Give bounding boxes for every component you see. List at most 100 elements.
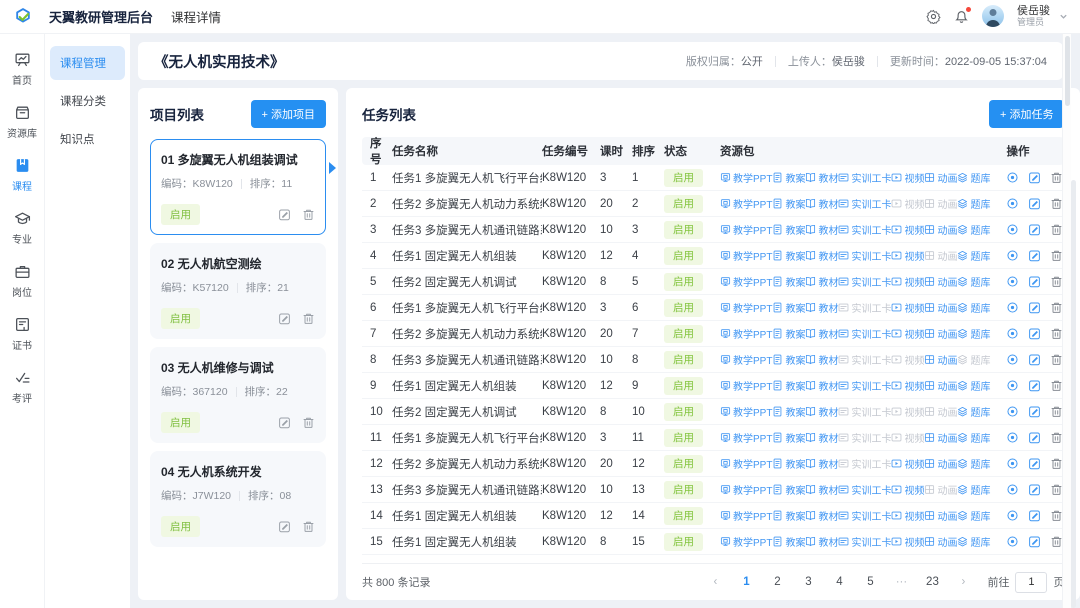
- resource-link-视频[interactable]: 视频: [891, 170, 924, 185]
- edit-icon[interactable]: [1028, 509, 1041, 522]
- browser-scrollbar[interactable]: [1062, 34, 1071, 608]
- resource-link-教材[interactable]: 教材: [805, 378, 838, 393]
- resource-link-动画[interactable]: 动画: [924, 222, 957, 237]
- view-icon[interactable]: [1006, 171, 1019, 184]
- user-avatar[interactable]: [982, 5, 1004, 27]
- edit-icon[interactable]: [278, 208, 291, 221]
- resource-link-视频[interactable]: 视频: [891, 508, 924, 523]
- view-icon[interactable]: [1006, 353, 1019, 366]
- resource-link-题库[interactable]: 题库: [957, 430, 990, 445]
- chevron-down-icon[interactable]: [1059, 12, 1068, 21]
- resource-link-实训工卡[interactable]: 实训工卡: [838, 248, 891, 263]
- resource-link-教学PPT[interactable]: 教学PPT: [720, 222, 772, 237]
- submenu-item-知识点[interactable]: 知识点: [50, 122, 125, 156]
- resource-link-题库[interactable]: 题库: [957, 534, 990, 549]
- edit-icon[interactable]: [1028, 327, 1041, 340]
- sidebar-item-资源库[interactable]: 资源库: [0, 95, 44, 148]
- view-icon[interactable]: [1006, 197, 1019, 210]
- resource-link-视频[interactable]: 视频: [891, 274, 924, 289]
- resource-link-教学PPT[interactable]: 教学PPT: [720, 430, 772, 445]
- sidebar-item-考评[interactable]: 考评: [0, 360, 44, 413]
- view-icon[interactable]: [1006, 405, 1019, 418]
- view-icon[interactable]: [1006, 379, 1019, 392]
- page-button-3[interactable]: 3: [800, 576, 816, 588]
- edit-icon[interactable]: [1028, 249, 1041, 262]
- resource-link-教案[interactable]: 教案: [772, 430, 805, 445]
- resource-link-视频[interactable]: 视频: [891, 326, 924, 341]
- resource-link-视频[interactable]: 视频: [891, 534, 924, 549]
- resource-link-实训工卡[interactable]: 实训工卡: [838, 274, 891, 289]
- resource-link-动画[interactable]: 动画: [924, 378, 957, 393]
- edit-icon[interactable]: [1028, 197, 1041, 210]
- resource-link-教材[interactable]: 教材: [805, 430, 838, 445]
- resource-link-动画[interactable]: 动画: [924, 534, 957, 549]
- edit-icon[interactable]: [278, 416, 291, 429]
- edit-icon[interactable]: [1028, 379, 1041, 392]
- resource-link-动画[interactable]: 动画: [924, 352, 957, 367]
- view-icon[interactable]: [1006, 457, 1019, 470]
- resource-link-题库[interactable]: 题库: [957, 222, 990, 237]
- view-icon[interactable]: [1006, 301, 1019, 314]
- resource-link-教材[interactable]: 教材: [805, 534, 838, 549]
- resource-link-教材[interactable]: 教材: [805, 248, 838, 263]
- resource-link-教学PPT[interactable]: 教学PPT: [720, 170, 772, 185]
- resource-link-教学PPT[interactable]: 教学PPT: [720, 482, 772, 497]
- page-button-4[interactable]: 4: [831, 576, 847, 588]
- view-icon[interactable]: [1006, 249, 1019, 262]
- resource-link-实训工卡[interactable]: 实训工卡: [838, 326, 891, 341]
- edit-icon[interactable]: [1028, 353, 1041, 366]
- resource-link-实训工卡[interactable]: 实训工卡: [838, 378, 891, 393]
- page-button-5[interactable]: 5: [862, 576, 878, 588]
- view-icon[interactable]: [1006, 431, 1019, 444]
- resource-link-教案[interactable]: 教案: [772, 300, 805, 315]
- table-scrollbar[interactable]: [1071, 180, 1076, 608]
- resource-link-教案[interactable]: 教案: [772, 222, 805, 237]
- project-card-04[interactable]: 04 无人机系统开发编码：J7W120排序：08启用: [150, 451, 326, 547]
- page-button-1[interactable]: 1: [738, 576, 754, 588]
- delete-icon[interactable]: [302, 208, 315, 221]
- resource-link-教材[interactable]: 教材: [805, 482, 838, 497]
- edit-icon[interactable]: [1028, 301, 1041, 314]
- resource-link-动画[interactable]: 动画: [924, 274, 957, 289]
- view-icon[interactable]: [1006, 483, 1019, 496]
- resource-link-教材[interactable]: 教材: [805, 508, 838, 523]
- edit-icon[interactable]: [1028, 223, 1041, 236]
- edit-icon[interactable]: [1028, 171, 1041, 184]
- resource-link-题库[interactable]: 题库: [957, 300, 990, 315]
- project-card-03[interactable]: 03 无人机维修与调试编码：367120排序：22启用: [150, 347, 326, 443]
- resource-link-教材[interactable]: 教材: [805, 196, 838, 211]
- resource-link-实训工卡[interactable]: 实训工卡: [838, 196, 891, 211]
- resource-link-教学PPT[interactable]: 教学PPT: [720, 326, 772, 341]
- edit-icon[interactable]: [278, 312, 291, 325]
- edit-icon[interactable]: [1028, 535, 1041, 548]
- sidebar-item-岗位[interactable]: 岗位: [0, 254, 44, 307]
- resource-link-教材[interactable]: 教材: [805, 456, 838, 471]
- resource-link-教案[interactable]: 教案: [772, 378, 805, 393]
- resource-link-教学PPT[interactable]: 教学PPT: [720, 300, 772, 315]
- resource-link-教案[interactable]: 教案: [772, 352, 805, 367]
- resource-link-题库[interactable]: 题库: [957, 274, 990, 289]
- resource-link-教材[interactable]: 教材: [805, 326, 838, 341]
- resource-link-教材[interactable]: 教材: [805, 274, 838, 289]
- view-icon[interactable]: [1006, 535, 1019, 548]
- goto-page-input[interactable]: [1015, 572, 1047, 593]
- resource-link-教案[interactable]: 教案: [772, 482, 805, 497]
- resource-link-实训工卡[interactable]: 实训工卡: [838, 222, 891, 237]
- resource-link-教学PPT[interactable]: 教学PPT: [720, 378, 772, 393]
- resource-link-教案[interactable]: 教案: [772, 326, 805, 341]
- resource-link-教案[interactable]: 教案: [772, 274, 805, 289]
- sidebar-item-首页[interactable]: 首页: [0, 42, 44, 95]
- resource-link-教案[interactable]: 教案: [772, 508, 805, 523]
- resource-link-动画[interactable]: 动画: [924, 508, 957, 523]
- next-page-button[interactable]: ›: [955, 576, 971, 588]
- resource-link-教学PPT[interactable]: 教学PPT: [720, 196, 772, 211]
- sidebar-item-课程[interactable]: 课程: [0, 148, 44, 201]
- add-task-button[interactable]: + 添加任务: [989, 100, 1064, 128]
- resource-link-教材[interactable]: 教材: [805, 300, 838, 315]
- edit-icon[interactable]: [1028, 405, 1041, 418]
- resource-link-动画[interactable]: 动画: [924, 326, 957, 341]
- page-button-2[interactable]: 2: [769, 576, 785, 588]
- resource-link-动画[interactable]: 动画: [924, 300, 957, 315]
- resource-link-题库[interactable]: 题库: [957, 404, 990, 419]
- resource-link-教学PPT[interactable]: 教学PPT: [720, 248, 772, 263]
